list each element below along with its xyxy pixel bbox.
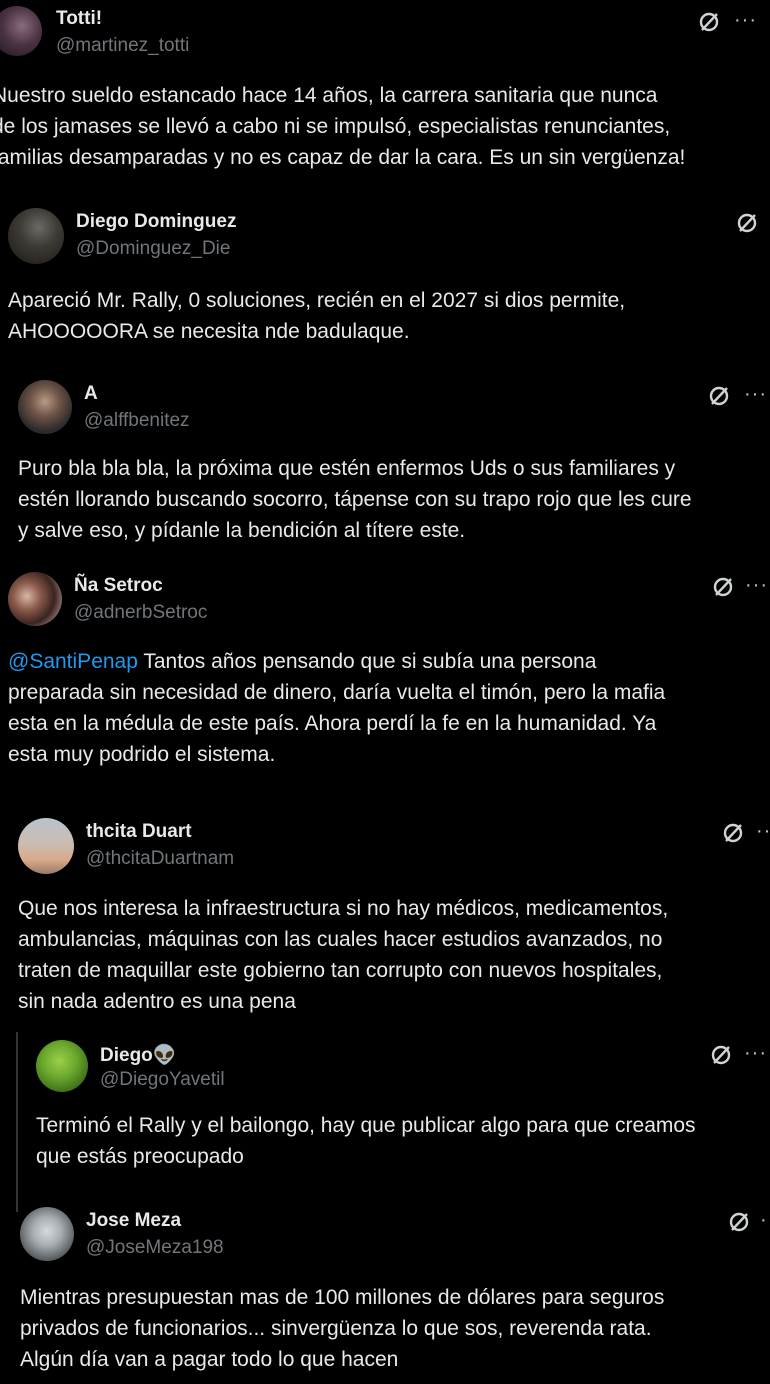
more-icon[interactable]: ··· <box>734 10 757 30</box>
grok-icon[interactable] <box>707 384 731 408</box>
more-icon[interactable]: ··· <box>744 384 767 404</box>
author-name[interactable]: Totti! <box>56 8 102 30</box>
tweet-text: Puro bla bla bla, la próxima que estén e… <box>18 457 692 542</box>
author-name[interactable]: thcita Duart <box>86 821 192 843</box>
grok-icon[interactable] <box>735 211 759 235</box>
author-handle[interactable]: @DiegoYavetil <box>100 1069 225 1091</box>
tweet-text: Apareció Mr. Rally, 0 soluciones, recién… <box>8 289 626 343</box>
avatar[interactable] <box>8 208 64 264</box>
author-handle[interactable]: @martinez_totti <box>56 35 189 57</box>
author-handle[interactable]: @adnerbSetroc <box>74 602 207 624</box>
avatar[interactable] <box>18 818 74 874</box>
grok-icon[interactable] <box>711 575 735 599</box>
author-name[interactable]: Diego👽 <box>100 1043 176 1067</box>
more-icon[interactable]: ··· <box>744 1043 767 1063</box>
grok-icon[interactable] <box>709 1043 733 1067</box>
author-handle[interactable]: @JoseMeza198 <box>86 1237 224 1259</box>
thread-line <box>16 1032 18 1212</box>
author-handle[interactable]: @alffbenitez <box>84 410 190 432</box>
author-name[interactable]: Jose Meza <box>86 1210 181 1232</box>
tweet-text: Mientras presupuestan mas de 100 millone… <box>20 1286 665 1371</box>
grok-icon[interactable] <box>697 10 721 34</box>
avatar[interactable] <box>8 572 62 626</box>
author-name[interactable]: Diego Dominguez <box>76 211 236 233</box>
avatar[interactable] <box>0 6 42 56</box>
mention-link[interactable]: @SantiPenap <box>8 650 138 673</box>
more-icon[interactable]: ··· <box>745 575 768 595</box>
more-icon[interactable]: · <box>760 1210 768 1230</box>
avatar[interactable] <box>20 1207 74 1261</box>
author-handle[interactable]: @thcitaDuartnam <box>86 848 234 870</box>
grok-icon[interactable] <box>721 821 745 845</box>
tweet-text: Que nos interesa la infraestructura si n… <box>18 897 669 1013</box>
avatar[interactable] <box>18 380 72 434</box>
grok-icon[interactable] <box>727 1210 751 1234</box>
author-name[interactable]: A <box>84 383 98 405</box>
tweet-text: Terminó el Rally y el bailongo, hay que … <box>36 1114 696 1168</box>
author-name[interactable]: Ña Setroc <box>74 575 163 597</box>
more-icon[interactable]: ··· <box>756 821 770 841</box>
tweet-text: @SantiPenap Tantos años pensando que si … <box>8 650 666 766</box>
tweet-text: Nuestro sueldo estancado hace 14 años, l… <box>0 84 686 169</box>
author-handle[interactable]: @Dominguez_Die <box>76 238 230 260</box>
avatar[interactable] <box>36 1040 88 1092</box>
